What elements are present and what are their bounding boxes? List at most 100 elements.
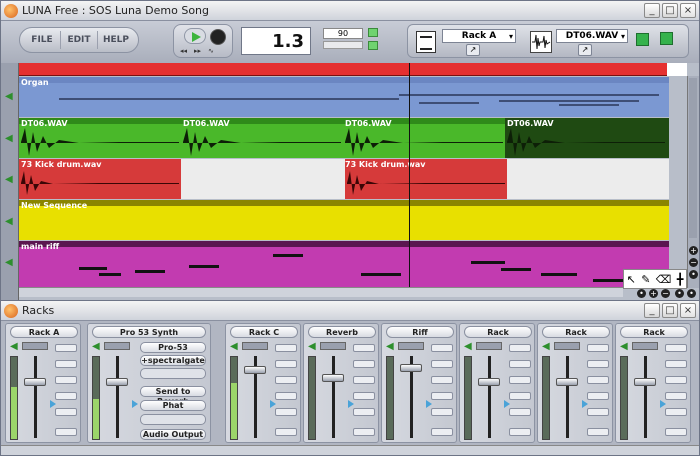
rewind-icon[interactable]: ◂◂ <box>180 47 187 55</box>
speaker-icon[interactable]: ◀ <box>386 342 396 352</box>
speaker-icon[interactable]: ◀ <box>308 342 318 352</box>
eraser-tool-icon[interactable]: ⌫ <box>656 273 672 286</box>
help-menu[interactable]: HELP <box>98 31 134 49</box>
edit-menu[interactable]: EDIT <box>61 31 98 49</box>
rack-name[interactable]: Rack <box>620 326 688 338</box>
speaker-icon[interactable]: ◀ <box>5 92 15 102</box>
speaker-icon[interactable]: ◀ <box>5 134 15 144</box>
insert-slot[interactable] <box>353 344 375 352</box>
insert-slot[interactable] <box>275 408 297 416</box>
maximize-button[interactable]: □ <box>662 3 678 18</box>
insert-slot[interactable] <box>55 408 77 416</box>
track-main-riff[interactable]: main riff <box>19 241 669 287</box>
insert-slot[interactable] <box>509 376 531 384</box>
volume-fader[interactable] <box>244 366 266 374</box>
volume-fader[interactable] <box>556 378 578 386</box>
close-button[interactable]: × <box>680 303 696 318</box>
racks-title-bar[interactable]: Racks _ □ × <box>1 301 699 321</box>
insert-slot[interactable] <box>55 344 77 352</box>
speaker-icon[interactable]: ◀ <box>230 342 240 352</box>
insert-slot[interactable] <box>55 376 77 384</box>
insert-slot[interactable] <box>587 360 609 368</box>
pan-control[interactable] <box>632 342 658 350</box>
send-slot[interactable]: Send to Reverb <box>140 386 206 406</box>
record-button[interactable] <box>210 29 226 45</box>
output-slot[interactable] <box>665 428 687 436</box>
insert-slot[interactable] <box>353 408 375 416</box>
insert-slot[interactable] <box>665 376 687 384</box>
rack-name[interactable]: Rack <box>464 326 532 338</box>
minimize-button[interactable]: _ <box>644 3 660 18</box>
insert-slot[interactable] <box>353 392 375 400</box>
racks-horizontal-scrollbar[interactable] <box>1 445 699 455</box>
pan-control[interactable] <box>242 342 268 350</box>
tempo-slider[interactable] <box>323 41 363 49</box>
insert-slot[interactable] <box>431 344 453 352</box>
minimize-button[interactable]: _ <box>644 303 660 318</box>
speaker-icon[interactable]: ◀ <box>464 342 474 352</box>
rack-name[interactable]: Riff <box>386 326 454 338</box>
maximize-button[interactable]: □ <box>662 303 678 318</box>
click-led[interactable] <box>368 41 378 50</box>
insert-slot[interactable] <box>509 392 531 400</box>
timeline-ruler[interactable] <box>19 63 687 76</box>
rack-select[interactable]: Rack A <box>442 29 516 43</box>
insert-slot[interactable] <box>665 392 687 400</box>
insert-slot[interactable] <box>431 376 453 384</box>
rack-name[interactable]: Reverb <box>308 326 376 338</box>
pan-control[interactable] <box>398 342 424 350</box>
insert-slot[interactable] <box>55 360 77 368</box>
volume-fader[interactable] <box>106 378 128 386</box>
vertical-scrollbar[interactable]: + − • <box>687 76 699 288</box>
plugin-slot[interactable]: +spectralgate <box>140 355 206 366</box>
insert-slot[interactable] <box>509 408 531 416</box>
rack-name[interactable]: Rack <box>542 326 610 338</box>
pan-control[interactable] <box>104 342 130 350</box>
speaker-icon[interactable]: ◀ <box>542 342 552 352</box>
insert-slot[interactable] <box>353 360 375 368</box>
h-zoom2-icon[interactable]: • <box>687 289 696 298</box>
power-button[interactable] <box>660 32 673 45</box>
file-menu[interactable]: FILE <box>24 31 61 49</box>
zoom-out-icon[interactable]: − <box>689 258 698 267</box>
output-slot[interactable] <box>353 428 375 436</box>
play-button[interactable] <box>184 28 206 44</box>
speaker-icon[interactable]: ◀ <box>5 175 15 185</box>
speaker-icon[interactable]: ◀ <box>5 217 15 227</box>
volume-fader[interactable] <box>322 374 344 382</box>
insert-slot[interactable] <box>509 344 531 352</box>
zoom-fit-icon[interactable]: • <box>689 270 698 279</box>
pointer-tool-icon[interactable]: ↖ <box>627 273 636 286</box>
close-button[interactable]: × <box>680 3 696 18</box>
insert-slot[interactable] <box>509 360 531 368</box>
insert-slot[interactable] <box>665 344 687 352</box>
insert-slot[interactable] <box>587 376 609 384</box>
insert-slot[interactable] <box>275 344 297 352</box>
playhead[interactable] <box>409 63 410 288</box>
title-bar[interactable]: LUNA Free : SOS Luna Demo Song _ □ × <box>1 1 699 21</box>
insert-slot[interactable] <box>431 392 453 400</box>
output-slot[interactable] <box>509 428 531 436</box>
h-zoom-icon[interactable]: • <box>675 289 684 298</box>
output-slot[interactable]: Audio Output <box>140 429 206 440</box>
insert-slot[interactable] <box>275 376 297 384</box>
volume-fader[interactable] <box>24 378 46 386</box>
pan-control[interactable] <box>22 342 48 350</box>
synth-name[interactable]: Pro 53 Synth <box>92 326 206 338</box>
insert-slot[interactable] <box>55 392 77 400</box>
output-slot[interactable] <box>275 428 297 436</box>
insert-slot[interactable] <box>587 408 609 416</box>
h-zoom-out-icon[interactable]: − <box>661 289 670 298</box>
track-new-sequence[interactable]: New Sequence <box>19 200 669 240</box>
rack-power-button[interactable] <box>636 33 649 46</box>
pan-control[interactable] <box>320 342 346 350</box>
insert-slot[interactable] <box>587 344 609 352</box>
wave-select[interactable]: DT06.WAV <box>556 29 628 43</box>
volume-fader[interactable] <box>634 378 656 386</box>
pan-control[interactable] <box>554 342 580 350</box>
zoom-in-icon[interactable]: + <box>689 246 698 255</box>
plugin-slot[interactable] <box>140 414 206 425</box>
insert-slot[interactable] <box>353 376 375 384</box>
volume-fader[interactable] <box>400 364 422 372</box>
h-zoom-fit-icon[interactable]: • <box>637 289 646 298</box>
